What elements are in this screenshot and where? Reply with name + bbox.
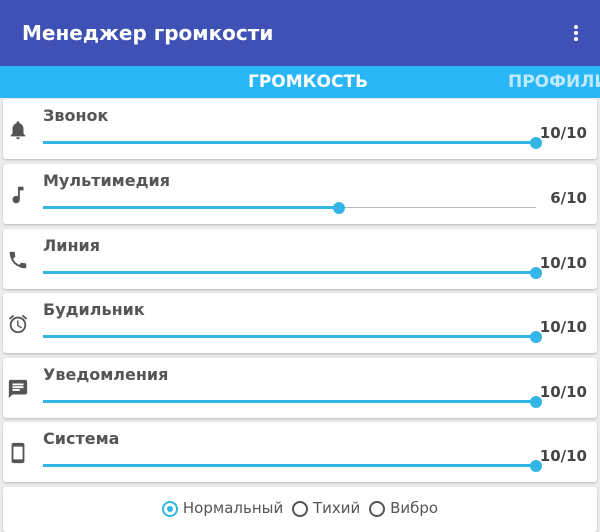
mode-label: Тихий <box>313 499 361 517</box>
volume-value: 6/10 <box>550 189 587 207</box>
volume-slider-system[interactable] <box>43 455 542 477</box>
bell-icon <box>7 119 29 141</box>
alarm-clock-icon <box>7 313 29 335</box>
overflow-menu-icon[interactable] <box>568 22 584 44</box>
volume-value: 10/10 <box>539 318 587 336</box>
radio-button-icon[interactable] <box>292 501 308 517</box>
volume-slider-alarm[interactable] <box>43 326 542 348</box>
volume-label: Система <box>43 429 120 448</box>
volume-card-alarm: Будильник 10/10 <box>3 293 597 353</box>
tab-profiles[interactable]: ПРОФИЛИ <box>508 71 600 93</box>
message-icon <box>7 378 29 400</box>
volume-value: 10/10 <box>539 254 587 272</box>
volume-value: 10/10 <box>539 124 587 142</box>
app-bar: Менеджер громкости <box>0 0 600 66</box>
volume-label: Линия <box>43 236 101 255</box>
volume-card-system: Система 10/10 <box>3 422 597 482</box>
volume-label: Звонок <box>43 106 109 125</box>
volume-label: Будильник <box>43 300 145 319</box>
volume-label: Уведомления <box>43 365 169 384</box>
volume-slider-ringtone[interactable] <box>43 132 542 154</box>
radio-button-icon[interactable] <box>369 501 386 517</box>
slider-thumb[interactable] <box>332 202 345 214</box>
mode-radio-vibrate[interactable]: Вибро <box>369 499 438 517</box>
mode-radio-normal[interactable]: Нормальный <box>161 499 284 517</box>
volume-slider-media[interactable] <box>43 197 536 219</box>
sound-mode-radio-group: Нормальный Тихий Вибро <box>3 499 597 517</box>
volume-value: 10/10 <box>539 383 587 401</box>
smartphone-icon <box>7 442 29 464</box>
mode-label: Нормальный <box>182 499 284 517</box>
volume-card-call: Линия 10/10 <box>3 229 597 289</box>
slider-fill <box>43 141 536 144</box>
volume-value: 10/10 <box>539 447 587 465</box>
phone-icon <box>7 249 29 271</box>
volume-card-notifications: Уведомления 10/10 <box>3 358 597 418</box>
slider-fill <box>43 335 536 338</box>
sound-mode-card: Нормальный Тихий Вибро <box>3 487 597 532</box>
volume-slider-notifications[interactable] <box>43 391 542 413</box>
volume-card-media: Мультимедия 6/10 <box>3 164 597 224</box>
slider-fill <box>43 400 536 403</box>
mode-label: Вибро <box>390 499 439 517</box>
app-title: Менеджер громкости <box>22 21 274 45</box>
tab-volume[interactable]: ГРОМКОСТЬ <box>248 71 368 93</box>
tab-bar: ГРОМКОСТЬ ПРОФИЛИ <box>0 66 600 98</box>
volume-slider-call[interactable] <box>43 262 542 284</box>
mode-radio-silent[interactable]: Тихий <box>292 499 360 517</box>
slider-fill <box>43 464 536 467</box>
slider-fill <box>43 271 536 274</box>
radio-button-icon[interactable] <box>161 501 178 517</box>
music-note-icon <box>7 184 29 206</box>
volume-label: Мультимедия <box>43 171 171 190</box>
slider-fill <box>43 206 339 209</box>
volume-card-ringtone: Звонок 10/10 <box>3 99 597 159</box>
